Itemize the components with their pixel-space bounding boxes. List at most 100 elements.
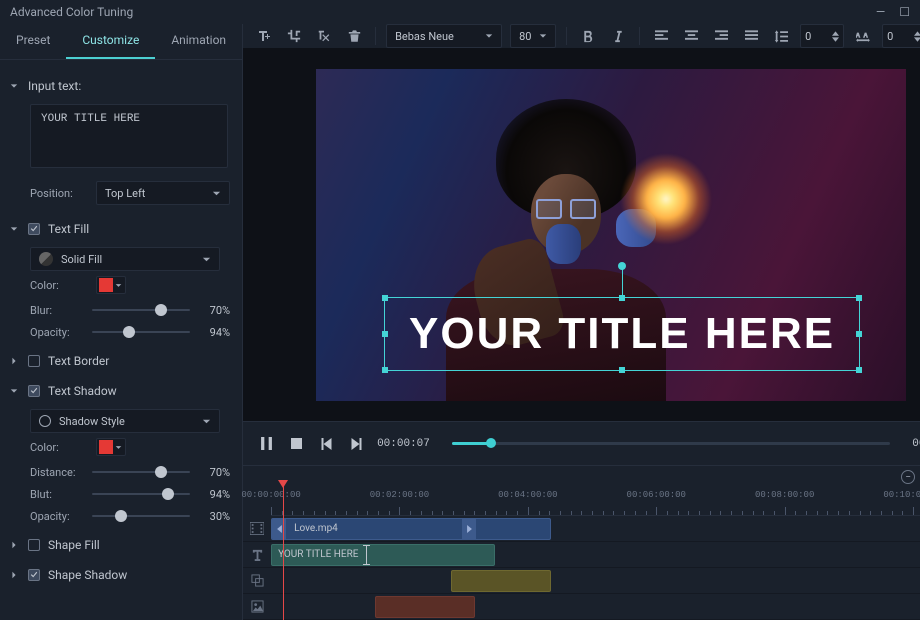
chevron-down-icon xyxy=(914,37,920,42)
font-size-select[interactable]: 80 xyxy=(510,24,556,48)
resize-handle[interactable] xyxy=(619,295,625,301)
chevron-down-icon[interactable] xyxy=(8,80,20,92)
chevron-right-icon[interactable] xyxy=(8,539,20,551)
opacity-value: 94% xyxy=(196,326,230,339)
shadow-style-icon xyxy=(39,415,51,427)
crop-icon[interactable] xyxy=(283,25,305,47)
chevron-down-icon[interactable] xyxy=(8,223,20,235)
video-clip-label: Love.mp4 xyxy=(294,523,338,534)
chevron-down-icon xyxy=(115,444,122,451)
shadow-style-select[interactable]: Shadow Style xyxy=(30,409,220,433)
chevron-down-icon xyxy=(202,417,211,426)
fill-mode-select[interactable]: Solid Fill xyxy=(30,247,220,271)
minimize-button[interactable]: — xyxy=(876,5,885,19)
distance-value: 70% xyxy=(196,466,230,479)
blur-slider[interactable] xyxy=(92,303,190,317)
preview-canvas[interactable]: YOUR TITLE HERE xyxy=(316,69,906,401)
zoom-out-button[interactable]: − xyxy=(901,470,915,484)
char-spacing-icon[interactable] xyxy=(852,25,874,47)
resize-handle[interactable] xyxy=(856,295,862,301)
chevron-up-icon xyxy=(914,31,920,36)
text-shadow-checkbox[interactable] xyxy=(28,385,40,397)
align-right-icon[interactable] xyxy=(710,25,732,47)
shadow-opacity-value: 30% xyxy=(196,510,230,523)
window-title: Advanced Color Tuning xyxy=(10,5,133,19)
preview-title-text: YOUR TITLE HERE xyxy=(409,309,835,359)
resize-handle[interactable] xyxy=(382,295,388,301)
shape-shadow-checkbox[interactable] xyxy=(28,569,40,581)
maximize-button[interactable]: ☐ xyxy=(899,5,910,19)
timeline-ruler[interactable]: 00:00:00:0000:02:00:0000:04:00:0000:06:0… xyxy=(271,488,920,516)
side-panel: Preset Customize Animation Input text: P… xyxy=(0,24,243,620)
resize-handle[interactable] xyxy=(619,367,625,373)
resize-handle[interactable] xyxy=(382,367,388,373)
prev-frame-button[interactable] xyxy=(317,435,335,453)
text-shadow-label: Text Shadow xyxy=(48,384,117,398)
shape-fill-checkbox[interactable] xyxy=(28,539,40,551)
blur-value: 70% xyxy=(196,304,230,317)
align-justify-icon[interactable] xyxy=(740,25,762,47)
stop-button[interactable] xyxy=(287,435,305,453)
text-toolbar: Bebas Neue 80 0 0 xyxy=(243,24,920,49)
chevron-right-icon[interactable] xyxy=(8,355,20,367)
reset-text-icon[interactable] xyxy=(313,25,335,47)
shadow-opacity-label: Opacity: xyxy=(30,510,86,523)
italic-icon[interactable] xyxy=(607,25,629,47)
rotate-handle[interactable] xyxy=(618,262,626,270)
title-clip[interactable]: YOUR TITLE HERE xyxy=(271,544,495,566)
bold-icon[interactable] xyxy=(577,25,599,47)
fill-color-picker[interactable] xyxy=(96,276,126,294)
title-textarea[interactable] xyxy=(30,104,228,168)
tab-customize[interactable]: Customize xyxy=(66,24,155,59)
transport-bar: 00:00:07 00:03:07 xyxy=(243,421,920,465)
video-track-icon xyxy=(243,516,271,542)
title-clip-label: YOUR TITLE HERE xyxy=(278,549,358,560)
next-frame-button[interactable] xyxy=(347,435,365,453)
distance-label: Distance: xyxy=(30,466,86,479)
chevron-up-icon xyxy=(832,31,839,36)
progress-slider[interactable] xyxy=(452,442,890,445)
resize-handle[interactable] xyxy=(856,331,862,337)
align-left-icon[interactable] xyxy=(650,25,672,47)
clip-handle-right[interactable] xyxy=(462,519,476,539)
tab-preset[interactable]: Preset xyxy=(0,24,66,59)
playhead[interactable] xyxy=(283,486,284,620)
line-height-input[interactable]: 0 xyxy=(882,24,920,48)
resize-handle[interactable] xyxy=(382,331,388,337)
position-select[interactable]: Top Left xyxy=(96,181,230,205)
solid-fill-icon xyxy=(39,252,53,266)
delete-icon[interactable] xyxy=(343,25,365,47)
shadow-opacity-slider[interactable] xyxy=(92,509,190,523)
tab-animation[interactable]: Animation xyxy=(155,24,242,59)
image-track-icon xyxy=(243,594,271,620)
shape-shadow-label: Shape Shadow xyxy=(48,568,127,582)
current-time: 00:00:07 xyxy=(377,438,430,450)
align-center-icon[interactable] xyxy=(680,25,702,47)
line-spacing-icon[interactable] xyxy=(770,25,792,47)
shape-fill-label: Shape Fill xyxy=(48,538,100,552)
letter-spacing-input[interactable]: 0 xyxy=(800,24,844,48)
resize-handle[interactable] xyxy=(856,367,862,373)
position-label: Position: xyxy=(30,187,86,200)
title-bar: Advanced Color Tuning — ☐ xyxy=(0,0,920,24)
chevron-down-icon[interactable] xyxy=(8,385,20,397)
fill-color-label: Color: xyxy=(30,279,86,292)
chevron-down-icon xyxy=(832,37,839,42)
pause-button[interactable] xyxy=(257,435,275,453)
shadow-color-picker[interactable] xyxy=(96,438,126,456)
title-bounding-box[interactable]: YOUR TITLE HERE xyxy=(384,297,860,371)
color-swatch xyxy=(99,440,113,454)
distance-slider[interactable] xyxy=(92,465,190,479)
shape-clip[interactable] xyxy=(451,570,551,592)
chevron-right-icon[interactable] xyxy=(8,569,20,581)
add-text-icon[interactable] xyxy=(253,25,275,47)
text-border-checkbox[interactable] xyxy=(28,355,40,367)
video-clip[interactable]: Love.mp4 xyxy=(271,518,551,540)
chevron-down-icon xyxy=(539,32,547,40)
image-clip[interactable] xyxy=(375,596,475,618)
text-fill-checkbox[interactable] xyxy=(28,223,40,235)
shadow-blur-slider[interactable] xyxy=(92,487,190,501)
total-time: 00:03:07 xyxy=(912,438,920,450)
opacity-slider[interactable] xyxy=(92,325,190,339)
font-family-select[interactable]: Bebas Neue xyxy=(386,24,502,48)
